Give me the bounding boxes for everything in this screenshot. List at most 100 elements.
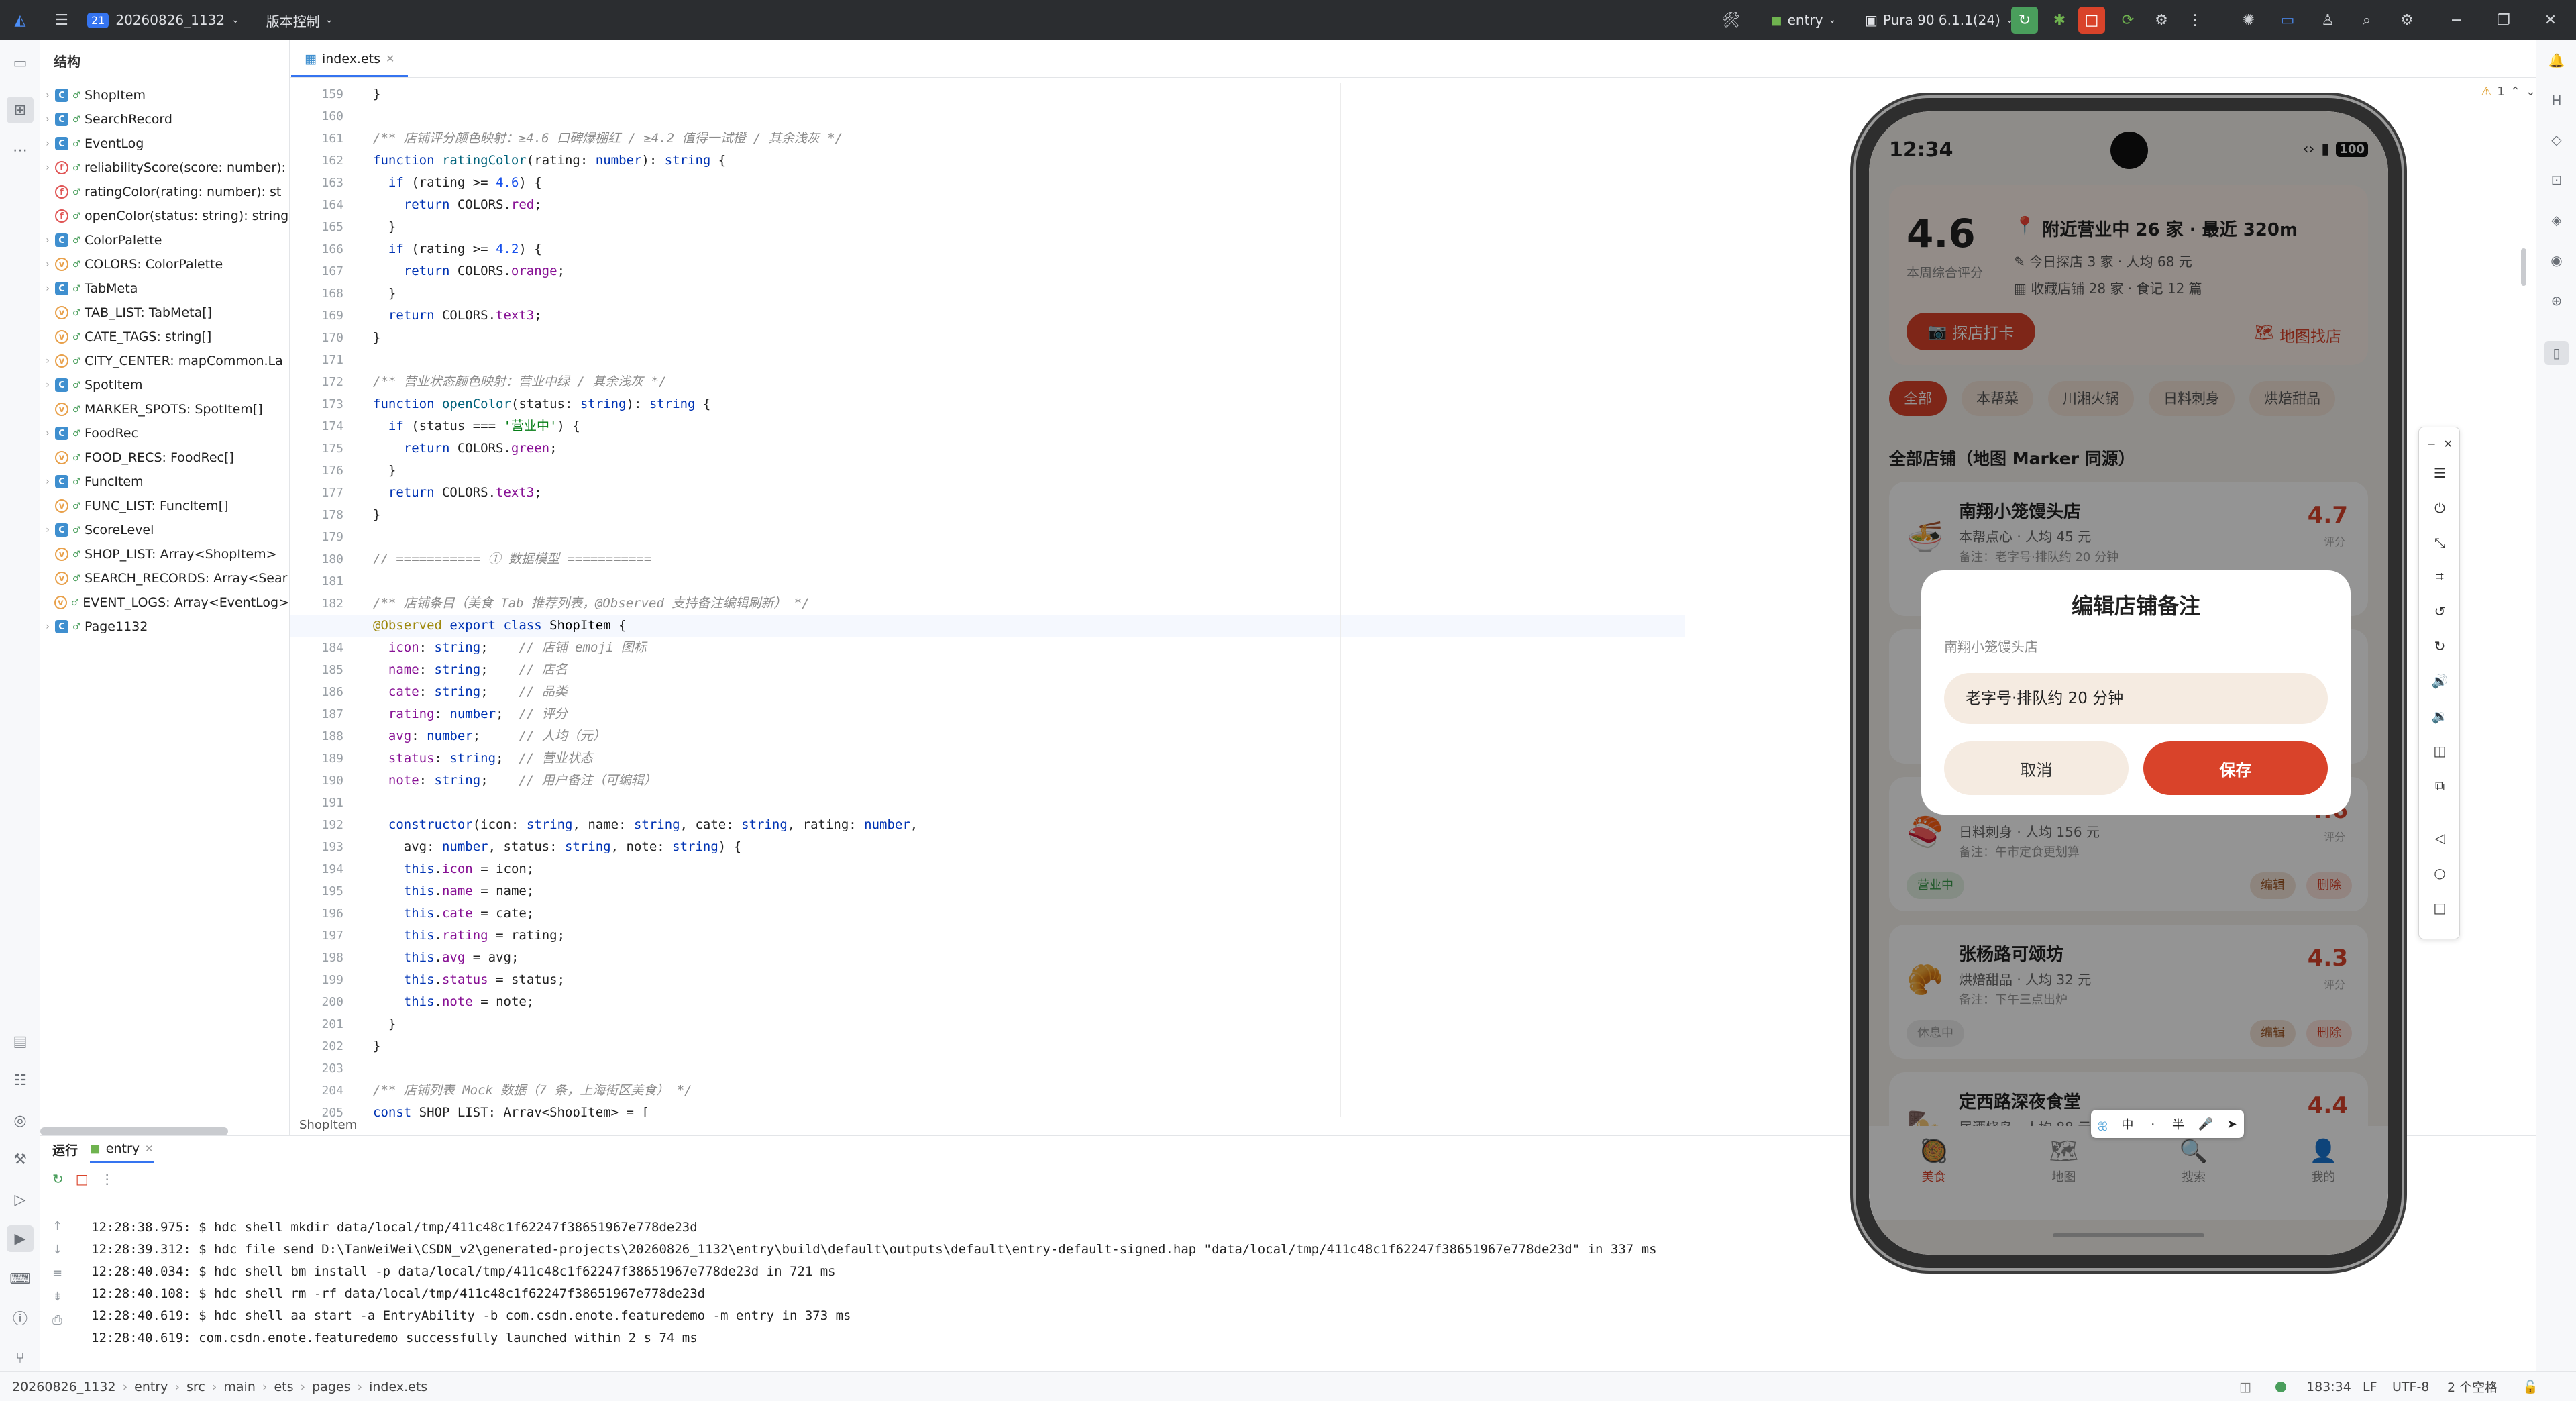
codelinter-icon[interactable]: ⊡ <box>2544 168 2569 192</box>
breadcrumb-segment[interactable]: entry <box>134 1380 168 1394</box>
structure-item[interactable]: v ♂ FOOD_RECS: FoodRec[] <box>40 446 289 470</box>
structure-item[interactable]: › C ♂ ColorPalette <box>40 228 289 252</box>
ime-key[interactable]: ㆍ <box>2147 1115 2159 1133</box>
notifications-icon[interactable]: 🔔 <box>2544 48 2569 72</box>
structure-item[interactable]: › C ♂ Page1132 <box>40 615 289 639</box>
main-menu-icon[interactable]: ☰ <box>47 5 76 35</box>
chevron-right-icon[interactable]: › <box>40 114 55 125</box>
arrow-down-icon[interactable]: ↓ <box>52 1243 62 1257</box>
chevron-right-icon[interactable]: › <box>40 90 55 101</box>
gear-icon[interactable]: ⚙ <box>2392 5 2422 35</box>
breadcrumb-segment[interactable]: 20260826_1132 <box>12 1380 116 1394</box>
stop-icon[interactable]: □ <box>2078 7 2105 34</box>
breadcrumb-segment[interactable]: pages <box>312 1380 350 1394</box>
preview-eye-icon[interactable]: ◉ <box>2544 248 2569 272</box>
fold-icon[interactable]: ◫ <box>2419 739 2461 763</box>
device-selector[interactable]: ▣ Pura 90 6.1.1(24) ⌄ <box>1865 12 2014 28</box>
editor-breadcrumb[interactable]: ShopItem <box>290 1118 357 1135</box>
structure-item[interactable]: › v ♂ CITY_CENTER: mapCommon.La <box>40 349 289 373</box>
close-icon[interactable]: ✕ <box>2536 5 2565 35</box>
structure-item[interactable]: › C ♂ FuncItem <box>40 470 289 494</box>
mic-icon[interactable]: 🎤 <box>2198 1117 2213 1131</box>
chevron-right-icon[interactable]: › <box>40 356 55 366</box>
search-icon[interactable]: ⌕ <box>2352 5 2381 35</box>
structure-item[interactable]: f ♂ ratingColor(rating: number): st <box>40 180 289 204</box>
structure-item[interactable]: v ♂ EVENT_LOGS: Array<EventLog> <box>40 590 289 615</box>
volume-up-icon[interactable]: 🔊 <box>2419 669 2461 693</box>
sort-icon[interactable]: ⇟ <box>52 1290 62 1304</box>
run-icon[interactable]: ↻ <box>2011 7 2038 34</box>
structure-item[interactable]: › C ♂ SpotItem <box>40 373 289 397</box>
account-icon[interactable]: ♙ <box>2313 5 2343 35</box>
ai-status-icon[interactable]: ◫ <box>2239 1380 2251 1394</box>
chevron-right-icon[interactable]: › <box>40 235 55 246</box>
structure-item[interactable]: v ♂ CATE_TAGS: string[] <box>40 325 289 349</box>
run-config-tab[interactable]: ◼ entry ✕ <box>90 1136 154 1163</box>
structure-item[interactable]: v ♂ FUNC_LIST: FuncItem[] <box>40 494 289 518</box>
ime-logo-icon[interactable]: ஐ <box>2098 1117 2107 1132</box>
back-icon[interactable]: ◁ <box>2419 826 2461 850</box>
indent-setting[interactable]: 2 个空格 <box>2447 1378 2498 1396</box>
restart-icon[interactable]: ⟳ <box>2113 5 2143 35</box>
breadcrumb-segment[interactable]: main <box>223 1380 255 1394</box>
run-tool-icon[interactable]: ▶ <box>7 1225 34 1252</box>
structure-item[interactable]: v ♂ TAB_LIST: TabMeta[] <box>40 301 289 325</box>
rotate-left-icon[interactable]: ↺ <box>2419 599 2461 623</box>
chevron-right-icon[interactable]: › <box>40 138 55 149</box>
cancel-button[interactable]: 取消 <box>1944 741 2129 795</box>
structure-item[interactable]: › C ♂ TabMeta <box>40 276 289 301</box>
rotate-icon[interactable]: ⤡ <box>2419 531 2461 555</box>
line-ending[interactable]: LF <box>2363 1380 2377 1394</box>
volume-down-icon[interactable]: 🔉 <box>2419 704 2461 728</box>
plugin-icon[interactable]: ◇ <box>2544 127 2569 152</box>
hammer-icon[interactable]: 🛠 <box>1716 5 1746 35</box>
project-folder-icon[interactable]: ▭ <box>7 50 34 76</box>
code-area[interactable]: } /** 店铺评分颜色映射：≥4.6 口碑爆棚红 / ≥4.2 值得一试橙 /… <box>373 83 1648 1117</box>
horizontal-scrollbar[interactable] <box>40 1127 228 1135</box>
breadcrumb-segment[interactable]: index.ets <box>369 1380 427 1394</box>
print-icon[interactable]: ⎙ <box>52 1313 62 1327</box>
status-breadcrumb[interactable]: 20260826_1132 › entry › src › main › ets › pages › i… <box>0 1380 427 1394</box>
vcs-menu[interactable]: 版本控制 ⌄ <box>266 11 333 30</box>
module-selector[interactable]: ◼ entry ⌄ <box>1771 12 1836 28</box>
hvigor-icon[interactable]: H <box>2544 89 2569 113</box>
close-icon[interactable]: ✕ <box>2444 437 2453 450</box>
minimize-icon[interactable]: − <box>2427 437 2436 450</box>
structure-icon[interactable]: ⊞ <box>7 97 34 123</box>
profiler-icon[interactable]: ⚙ <box>2147 5 2176 35</box>
settings-gear-icon[interactable]: ✺ <box>2234 5 2263 35</box>
vertical-scrollbar[interactable] <box>2521 248 2526 286</box>
ime-key[interactable]: 半 <box>2172 1115 2184 1133</box>
breadcrumb-segment[interactable]: ets <box>274 1380 293 1394</box>
chevron-right-icon[interactable]: › <box>40 162 55 173</box>
crop-icon[interactable]: ⌗ <box>2419 564 2461 588</box>
chevron-right-icon[interactable]: › <box>40 380 55 391</box>
tab-index-ets[interactable]: ▦ index.ets ✕ <box>291 42 409 77</box>
terminal-icon[interactable]: ▤ <box>7 1028 34 1055</box>
structure-item[interactable]: › v ♂ COLORS: ColorPalette <box>40 252 289 276</box>
close-tab-icon[interactable]: ✕ <box>386 42 394 76</box>
cursor-position[interactable]: 183:34 <box>2306 1380 2351 1394</box>
structure-item[interactable]: › C ♂ SearchRecord <box>40 107 289 132</box>
arrow-up-icon[interactable]: ↑ <box>52 1219 62 1233</box>
screenshot-icon[interactable]: ⧉ <box>2419 774 2461 798</box>
rotate-right-icon[interactable]: ↻ <box>2419 634 2461 658</box>
chevron-right-icon[interactable]: › <box>40 476 55 487</box>
maximize-icon[interactable]: ❐ <box>2489 5 2518 35</box>
structure-item[interactable]: › C ♂ EventLog <box>40 132 289 156</box>
inspector-icon[interactable]: ⊕ <box>2544 289 2569 313</box>
ai-icon[interactable]: ◈ <box>2544 208 2569 232</box>
structure-item[interactable]: f ♂ openColor(status: string): string <box>40 204 289 228</box>
structure-item[interactable]: v ♂ SHOP_LIST: Array<ShopItem> <box>40 542 289 566</box>
structure-item[interactable]: v ♂ MARKER_SPOTS: SpotItem[] <box>40 397 289 421</box>
profiler-icon[interactable]: ◎ <box>7 1107 34 1134</box>
lock-icon[interactable]: 🔓 <box>2522 1379 2538 1394</box>
project-selector[interactable]: 21 20260826_1132 ⌄ <box>87 12 239 28</box>
problems-icon[interactable]: ⓘ <box>7 1304 34 1331</box>
rerun-icon[interactable]: ↻ <box>52 1171 64 1187</box>
chevron-right-icon[interactable]: › <box>40 259 55 270</box>
build-icon[interactable]: ⚒ <box>7 1146 34 1173</box>
power-icon[interactable]: ⏻ <box>2419 496 2461 520</box>
wrap-icon[interactable]: ≡ <box>52 1266 62 1280</box>
git-icon[interactable]: ⑂ <box>7 1345 34 1371</box>
